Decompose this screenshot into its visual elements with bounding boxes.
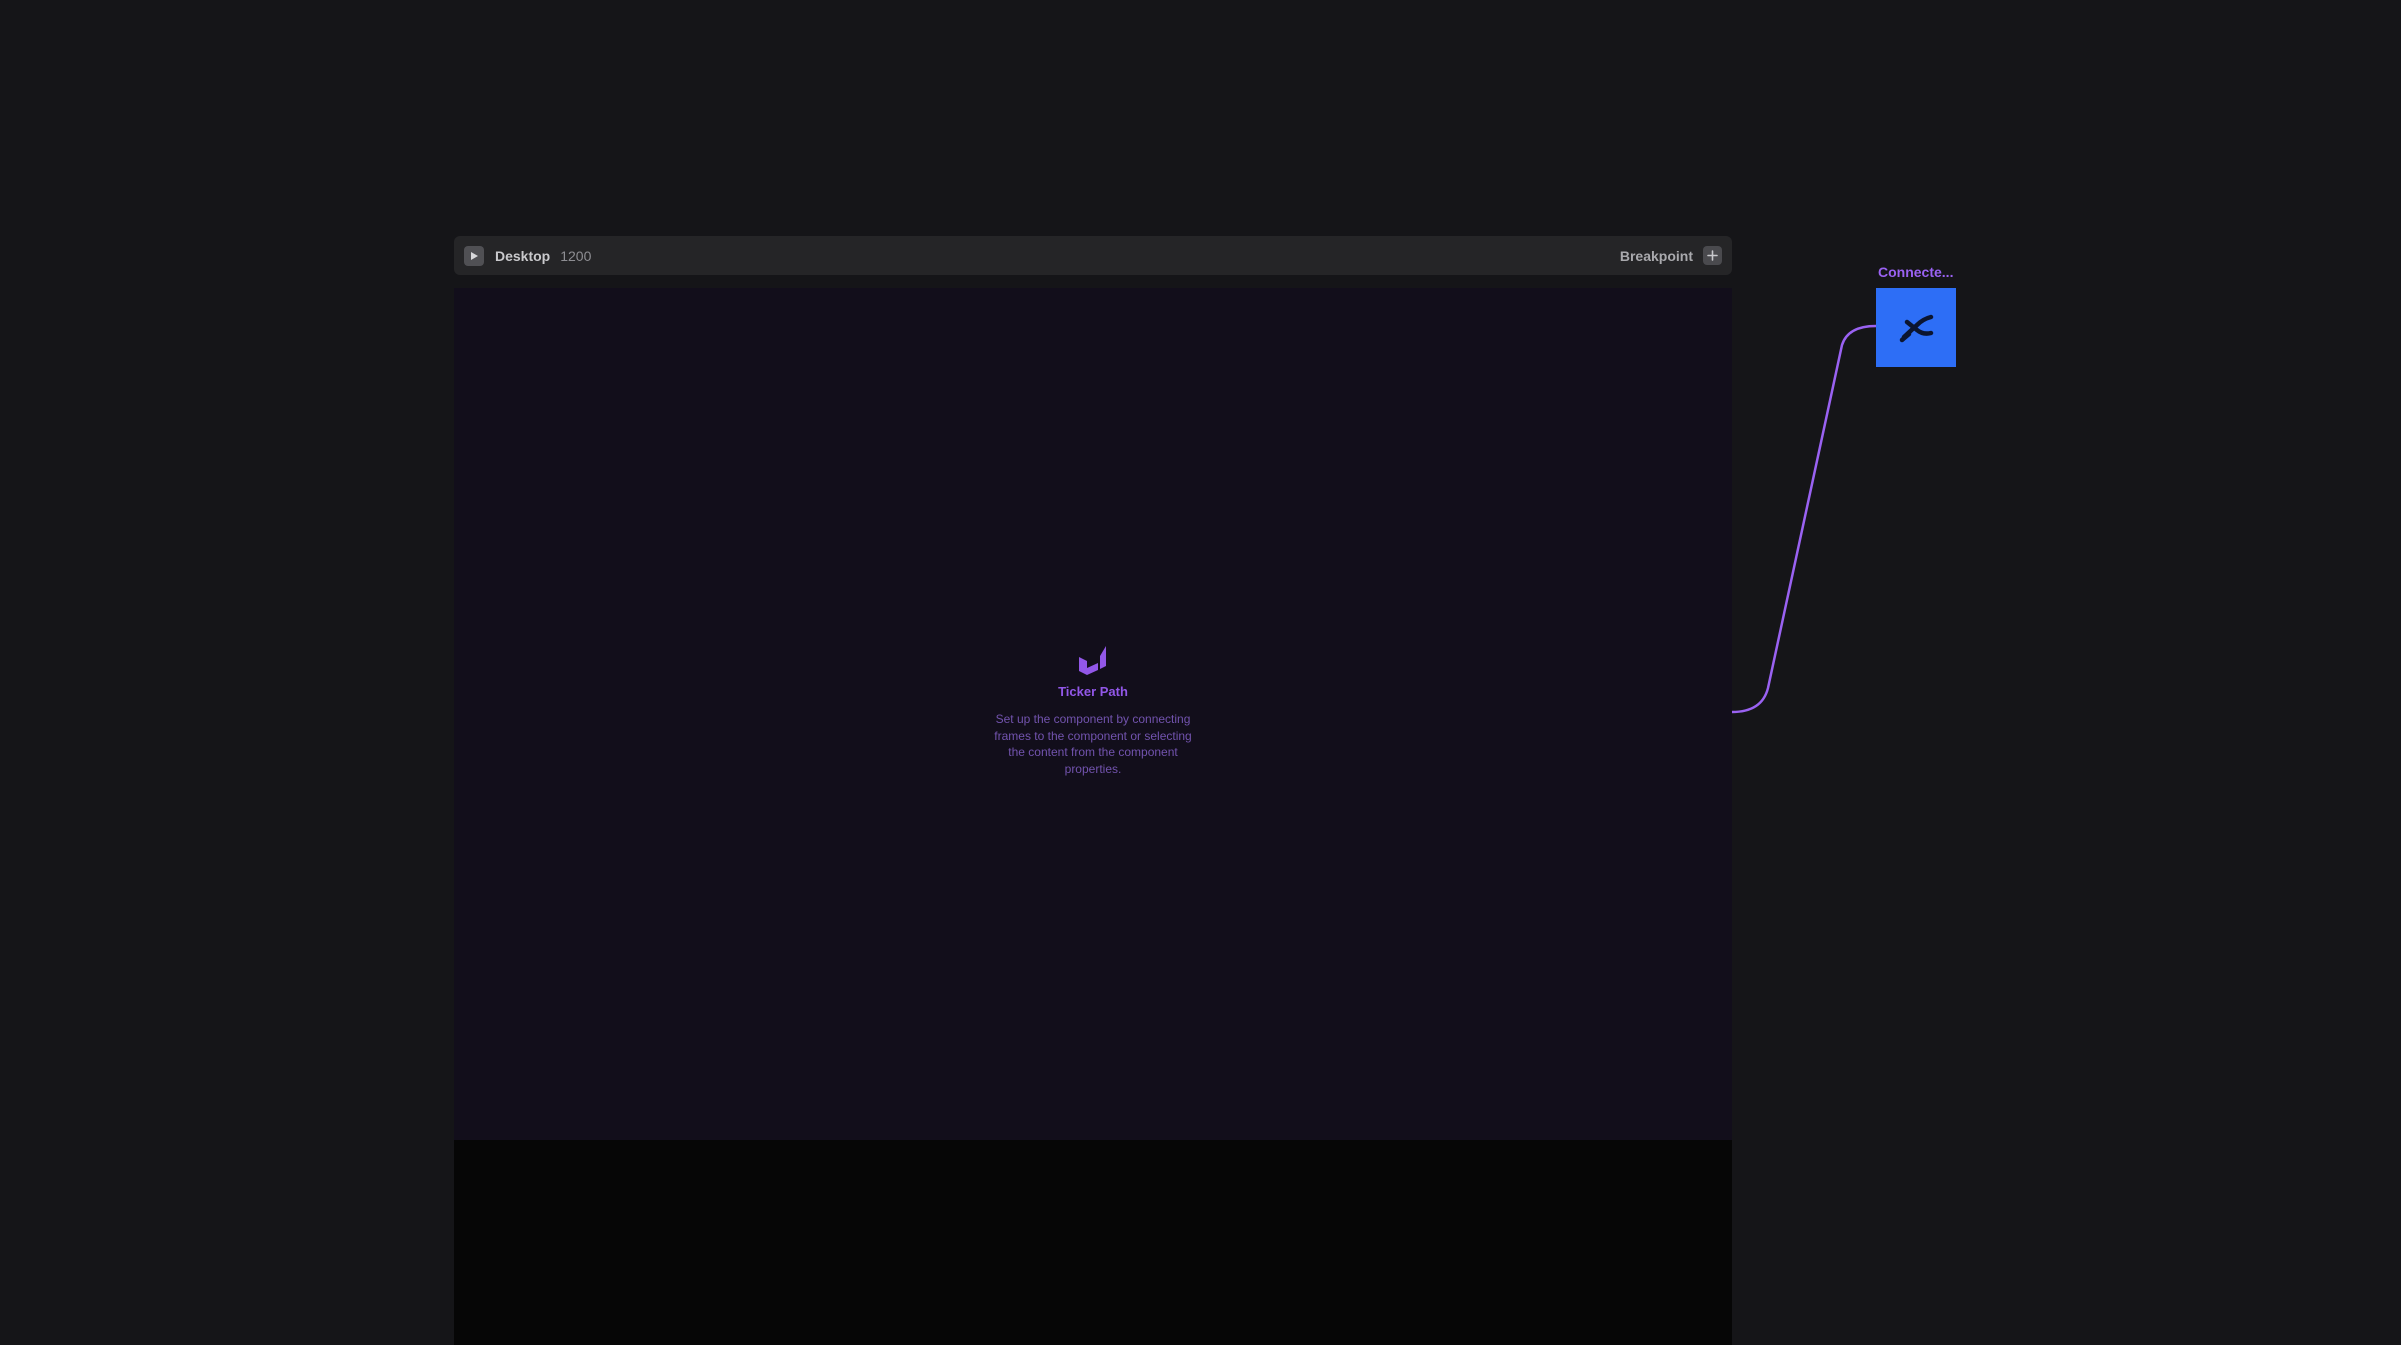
connected-frame-icon — [1899, 314, 1934, 342]
breakpoint-label[interactable]: Breakpoint — [1620, 248, 1693, 264]
ticker-path-icon — [1079, 646, 1106, 675]
component-title: Ticker Path — [1058, 684, 1128, 699]
preview-button[interactable] — [464, 245, 484, 266]
frame-width: 1200 — [560, 247, 592, 264]
desktop-frame[interactable]: Ticker Path Set up the component by conn… — [454, 288, 1732, 1140]
frame-name[interactable]: Desktop — [495, 248, 550, 264]
frame-lower-area — [454, 1140, 1732, 1345]
plus-icon — [1707, 250, 1718, 261]
play-icon — [471, 251, 478, 260]
frame-toolbar: Desktop 1200 Breakpoint — [454, 236, 1732, 275]
connected-node-label: Connecte... — [1878, 264, 1954, 280]
connected-node[interactable] — [1876, 288, 1956, 367]
canvas[interactable]: Desktop 1200 Breakpoint Ticker Path Set … — [0, 0, 2401, 1345]
add-breakpoint-button[interactable] — [1703, 246, 1722, 265]
component-description: Set up the component by connecting frame… — [994, 712, 1192, 776]
component-placeholder: Ticker Path Set up the component by conn… — [454, 642, 1732, 777]
